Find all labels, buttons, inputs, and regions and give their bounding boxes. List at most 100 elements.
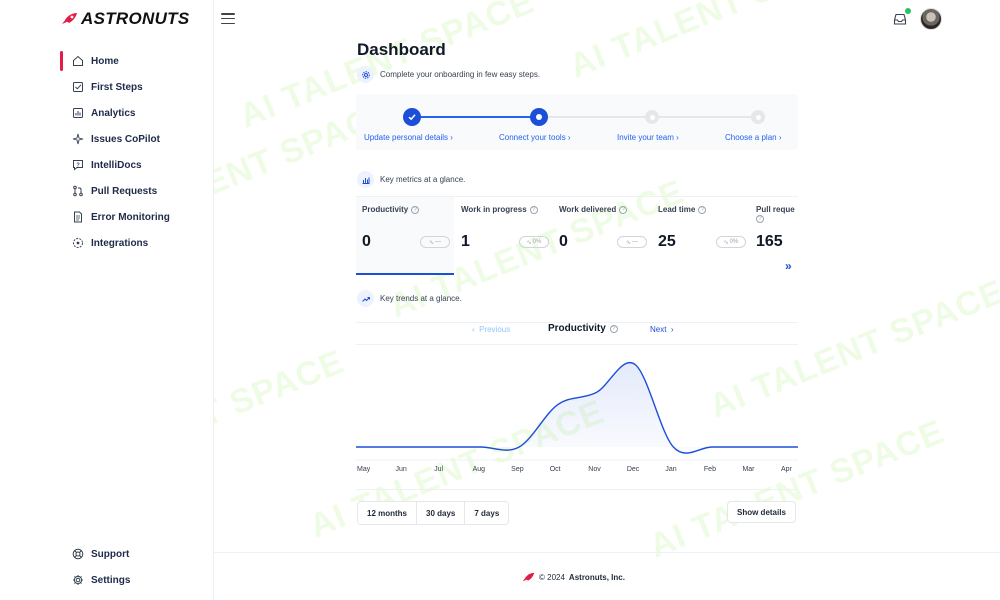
- metrics-scroll-right-icon[interactable]: »: [785, 259, 792, 273]
- step-pending-indicator: [645, 110, 659, 124]
- company-name: Astronuts, Inc.: [568, 573, 625, 582]
- metric-label: Lead time?: [658, 205, 744, 214]
- step-connector: [420, 116, 538, 118]
- show-details-button[interactable]: Show details: [727, 501, 796, 523]
- sidebar-item-label: Error Monitoring: [91, 211, 170, 223]
- help-icon[interactable]: ?: [619, 205, 628, 214]
- next-chart-button[interactable]: Next ›: [650, 325, 674, 334]
- sidebar-item-error-monitoring[interactable]: Error Monitoring: [60, 204, 214, 230]
- trend-chart-svg: [356, 361, 798, 461]
- onboarding-stepper: Update personal details › Connect your t…: [356, 94, 798, 150]
- x-tick-label: Jul: [434, 466, 444, 473]
- integrations-icon: [73, 238, 83, 248]
- step-pending-indicator: [751, 110, 765, 124]
- document-icon: [74, 211, 82, 223]
- x-tick-label: Apr: [781, 466, 792, 473]
- metric-label: Work delivered?: [559, 205, 645, 214]
- previous-chart-button[interactable]: ‹ Previous: [472, 325, 510, 334]
- sidebar-item-label: First Steps: [91, 81, 143, 93]
- trends-heading: Key trends at a glance.: [357, 290, 462, 307]
- step-connect-your-tools[interactable]: Connect your tools ›: [499, 133, 571, 142]
- help-icon[interactable]: ?: [529, 205, 538, 214]
- metrics-heading: Key metrics at a glance.: [357, 171, 465, 188]
- trend-badge: ∿ 0%: [716, 236, 746, 248]
- x-tick-label: Oct: [549, 466, 561, 473]
- x-tick-label: May: [357, 466, 371, 473]
- sidebar-item-label: Integrations: [91, 237, 149, 249]
- pulse-icon: ∿: [723, 239, 729, 246]
- brand-logo[interactable]: ASTRONUTS: [60, 9, 189, 29]
- metric-lead-time[interactable]: Lead time? 25 ∿ 0%: [652, 197, 750, 275]
- metric-value: 165: [756, 233, 783, 250]
- brand-name: ASTRONUTS: [81, 9, 190, 28]
- sidebar-item-label: Support: [91, 548, 130, 560]
- sidebar-item-home[interactable]: Home: [60, 48, 214, 74]
- sidebar-item-pull-requests[interactable]: Pull Requests: [60, 178, 214, 204]
- trend-badge: ∿ —: [617, 236, 647, 248]
- sidebar-item-analytics[interactable]: Analytics: [60, 100, 214, 126]
- onboarding-text: Complete your onboarding in few easy ste…: [380, 70, 541, 79]
- metric-label: Pull reque?: [756, 205, 795, 223]
- range-30-days-button[interactable]: 30 days: [417, 502, 466, 524]
- x-tick-label: Aug: [472, 466, 486, 473]
- metric-label: Productivity?: [362, 205, 448, 214]
- chart-area-fill: [356, 362, 798, 454]
- x-tick-label: Sep: [511, 466, 524, 473]
- step-update-personal-details[interactable]: Update personal details ›: [364, 133, 453, 142]
- trend-badge: ∿ 0%: [519, 236, 549, 248]
- x-tick-label: Jan: [665, 466, 677, 473]
- pull-request-icon: [73, 185, 83, 197]
- footer: © 2024 Astronuts, Inc.: [521, 572, 625, 583]
- step-current-indicator: [530, 108, 548, 126]
- sidebar-nav: Home First Steps Analytics Issues CoPilo…: [60, 48, 214, 256]
- metrics-heading-text: Key metrics at a glance.: [380, 175, 466, 184]
- help-icon[interactable]: ?: [411, 205, 420, 214]
- metric-work-in-progress[interactable]: Work in progress? 1 ∿ 0%: [455, 197, 553, 275]
- sidebar-item-first-steps[interactable]: First Steps: [60, 74, 214, 100]
- x-tick-label: Jun: [395, 466, 407, 473]
- pulse-icon: ∿: [428, 239, 435, 246]
- sidebar-item-integrations[interactable]: Integrations: [60, 230, 214, 256]
- home-icon: [73, 55, 83, 66]
- step-invite-your-team[interactable]: Invite your team ›: [617, 133, 679, 142]
- x-tick-label: Dec: [626, 466, 640, 473]
- help-icon[interactable]: ?: [609, 324, 618, 333]
- trend-badge: ∿ —: [420, 236, 450, 248]
- help-icon[interactable]: ?: [698, 205, 707, 214]
- topbar-actions: [892, 8, 942, 30]
- avatar[interactable]: [920, 8, 942, 30]
- sidebar-item-issues-copilot[interactable]: Issues CoPilot: [60, 126, 214, 152]
- sidebar-item-intellidocs[interactable]: ? IntelliDocs: [60, 152, 214, 178]
- gear-icon: [73, 575, 83, 585]
- chart-title: Productivity?: [548, 323, 618, 334]
- metric-value: 0: [362, 233, 371, 250]
- metric-value: 1: [461, 233, 470, 250]
- sidebar-item-settings[interactable]: Settings: [60, 567, 214, 593]
- range-7-days-button[interactable]: 7 days: [465, 502, 509, 524]
- sidebar-item-label: Pull Requests: [91, 185, 158, 197]
- footer-divider: [214, 552, 1000, 553]
- watermark: AI TALENT SPACE: [564, 0, 870, 86]
- sidebar-item-label: Issues CoPilot: [91, 133, 160, 145]
- chat-question-icon: ?: [73, 160, 83, 171]
- checklist-icon: [73, 82, 83, 92]
- metric-productivity[interactable]: Productivity? 0 ∿ —: [356, 197, 454, 275]
- time-range-selector: 12 months 30 days 7 days: [357, 501, 510, 525]
- range-12-months-button[interactable]: 12 months: [358, 502, 418, 524]
- metric-work-delivered[interactable]: Work delivered? 0 ∿ —: [553, 197, 651, 275]
- x-tick-label: Feb: [703, 466, 716, 473]
- metrics-chart-icon: [357, 171, 374, 188]
- sparkle-icon: [72, 133, 84, 145]
- pulse-icon: ∿: [526, 239, 532, 246]
- menu-toggle-icon[interactable]: [221, 13, 235, 24]
- sidebar-item-support[interactable]: Support: [60, 541, 214, 567]
- bar-chart-icon: [73, 108, 83, 118]
- metric-value: 0: [559, 233, 568, 250]
- pulse-icon: ∿: [625, 239, 632, 246]
- step-choose-a-plan[interactable]: Choose a plan ›: [725, 133, 781, 142]
- onboarding-banner: Complete your onboarding in few easy ste…: [357, 66, 540, 83]
- help-icon[interactable]: ?: [756, 215, 764, 223]
- onboarding-gear-icon: [357, 66, 374, 83]
- inbox-button[interactable]: [892, 8, 911, 27]
- x-tick-label: Mar: [742, 466, 755, 473]
